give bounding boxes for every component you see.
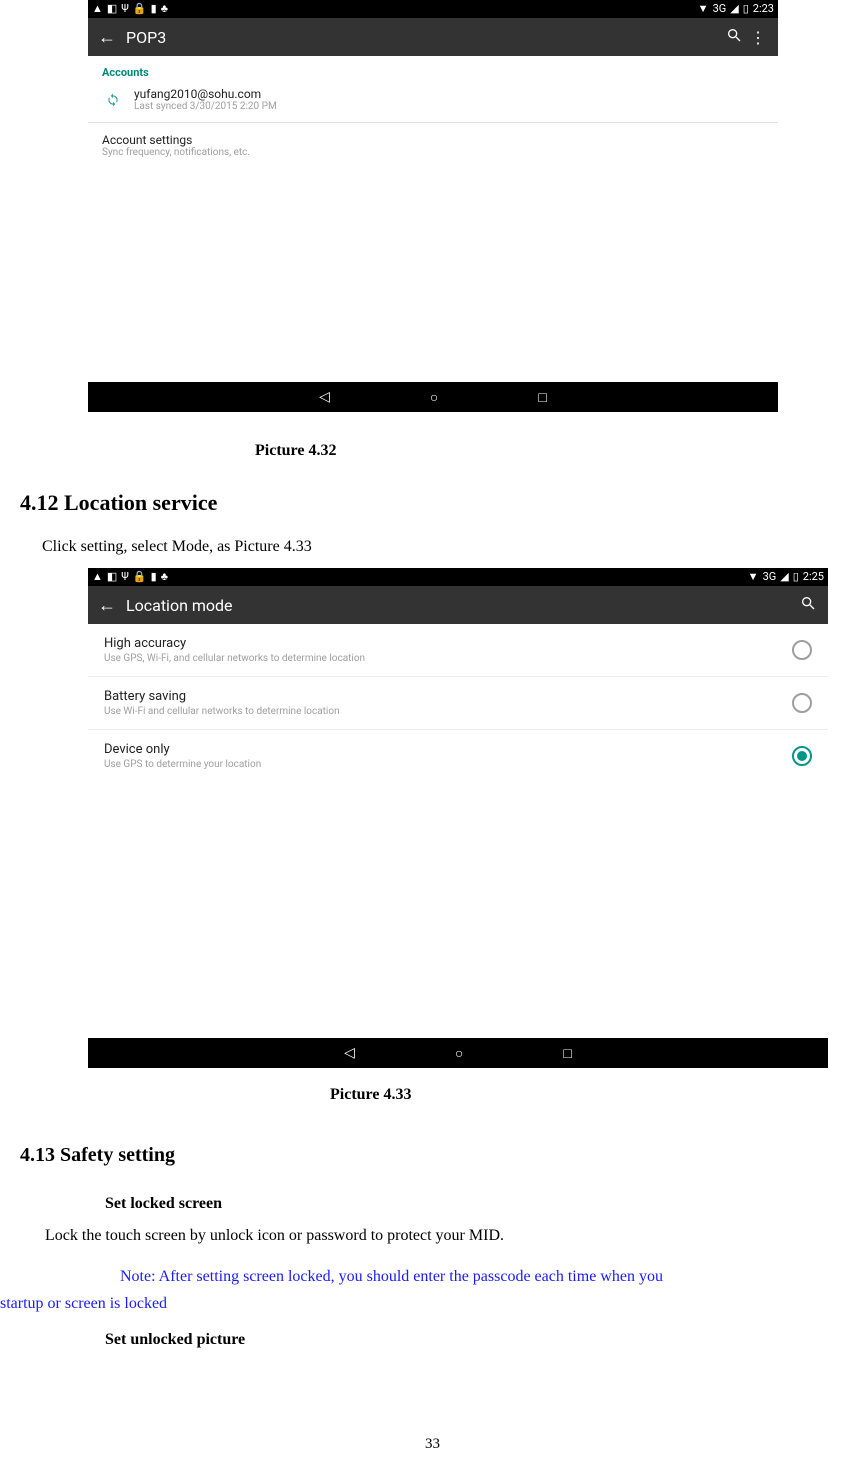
note-text: Note: After setting screen locked, you s…	[0, 1263, 865, 1317]
nav-recent-icon[interactable]: □	[563, 1045, 571, 1062]
search-icon[interactable]	[796, 595, 820, 615]
location-option-battery-saving[interactable]: Battery saving Use Wi-Fi and cellular ne…	[88, 677, 828, 730]
set-locked-screen-heading: Set locked screen	[105, 1195, 865, 1213]
account-settings-sub: Sync frequency, notifications, etc.	[102, 147, 764, 158]
lock-icon: 🔒	[133, 4, 147, 14]
option-sub: Use GPS, Wi-Fi, and cellular networks to…	[104, 653, 365, 664]
account-settings-title: Account settings	[102, 133, 764, 147]
section-4-13-title: 4.13 Safety setting	[20, 1144, 865, 1167]
battery-icon: ▯	[793, 572, 799, 582]
notification-icon: ◧	[107, 572, 117, 582]
caption-4-32: Picture 4.32	[255, 442, 865, 460]
lock-body-text: Lock the touch screen by unlock icon or …	[45, 1227, 865, 1245]
lock-icon: 🔒	[133, 572, 147, 582]
nav-back-icon[interactable]: ◁	[344, 1045, 355, 1061]
notification-icon: ◧	[107, 4, 117, 14]
nav-home-icon[interactable]: ○	[430, 389, 438, 406]
sync-icon	[102, 93, 124, 107]
status-bar: ▲ ◧ Ψ 🔒 ▮ ♣ ▼ 3G ◢ ▯ 2:23	[88, 0, 778, 18]
debug-icon: ♣	[161, 572, 168, 582]
action-bar: ← Location mode	[88, 586, 828, 624]
settings-icon: ▮	[151, 572, 157, 582]
signal-icon: ◢	[780, 572, 788, 582]
account-synced: Last synced 3/30/2015 2:20 PM	[134, 101, 277, 112]
network-label: 3G	[713, 4, 727, 14]
screenshot-pop3: ▲ ◧ Ψ 🔒 ▮ ♣ ▼ 3G ◢ ▯ 2:23 ← POP3	[88, 0, 778, 412]
header-title: POP3	[126, 28, 722, 47]
option-title: High accuracy	[104, 636, 365, 651]
signal-icon: ◢	[730, 4, 738, 14]
accounts-section-label: Accounts	[88, 56, 778, 85]
download-icon: ▼	[748, 572, 759, 582]
back-icon[interactable]: ←	[96, 595, 118, 616]
note-line-1: Note: After setting screen locked, you s…	[120, 1268, 663, 1285]
account-settings-row[interactable]: Account settings Sync frequency, notific…	[88, 123, 778, 168]
nav-home-icon[interactable]: ○	[455, 1045, 463, 1062]
back-icon[interactable]: ←	[96, 27, 118, 48]
radio-off-icon[interactable]	[792, 693, 812, 713]
status-time: 2:25	[803, 572, 824, 582]
debug-icon: ♣	[161, 4, 168, 14]
action-bar: ← POP3 ⋮	[88, 18, 778, 56]
option-sub: Use GPS to determine your location	[104, 759, 261, 770]
battery-icon: ▯	[743, 4, 749, 14]
status-bar: ▲ ◧ Ψ 🔒 ▮ ♣ ▼ 3G ◢ ▯ 2:25	[88, 568, 828, 586]
location-option-device-only[interactable]: Device only Use GPS to determine your lo…	[88, 730, 828, 782]
settings-icon: ▮	[151, 4, 157, 14]
section-4-12-title: 4.12 Location service	[20, 490, 865, 516]
status-time: 2:23	[753, 4, 774, 14]
option-sub: Use Wi-Fi and cellular networks to deter…	[104, 706, 340, 717]
screenshot-location-mode: ▲ ◧ Ψ 🔒 ▮ ♣ ▼ 3G ◢ ▯ 2:25 ← Location mod…	[88, 568, 828, 1068]
account-row[interactable]: yufang2010@sohu.com Last synced 3/30/201…	[88, 85, 778, 122]
nav-recent-icon[interactable]: □	[538, 389, 546, 406]
download-icon: ▼	[698, 4, 709, 14]
usb-icon: Ψ	[121, 572, 129, 582]
option-title: Battery saving	[104, 689, 340, 704]
more-icon[interactable]: ⋮	[746, 28, 770, 47]
location-option-high-accuracy[interactable]: High accuracy Use GPS, Wi-Fi, and cellul…	[88, 624, 828, 677]
nav-bar: ◁ ○ □	[88, 1038, 828, 1068]
account-email: yufang2010@sohu.com	[134, 87, 277, 101]
section-4-12-body: Click setting, select Mode, as Picture 4…	[42, 538, 865, 556]
warning-icon: ▲	[92, 572, 103, 582]
search-icon[interactable]	[722, 27, 746, 47]
page-number: 33	[0, 1436, 865, 1453]
network-label: 3G	[763, 572, 777, 582]
note-line-2: startup or screen is locked	[0, 1290, 865, 1317]
option-title: Device only	[104, 742, 261, 757]
warning-icon: ▲	[92, 4, 103, 14]
caption-4-33: Picture 4.33	[330, 1086, 865, 1104]
header-title: Location mode	[126, 596, 796, 615]
nav-back-icon[interactable]: ◁	[319, 389, 330, 405]
nav-bar: ◁ ○ □	[88, 382, 778, 412]
radio-off-icon[interactable]	[792, 640, 812, 660]
set-unlocked-picture-heading: Set unlocked picture	[105, 1331, 865, 1349]
radio-on-icon[interactable]	[792, 746, 812, 766]
usb-icon: Ψ	[121, 4, 129, 14]
